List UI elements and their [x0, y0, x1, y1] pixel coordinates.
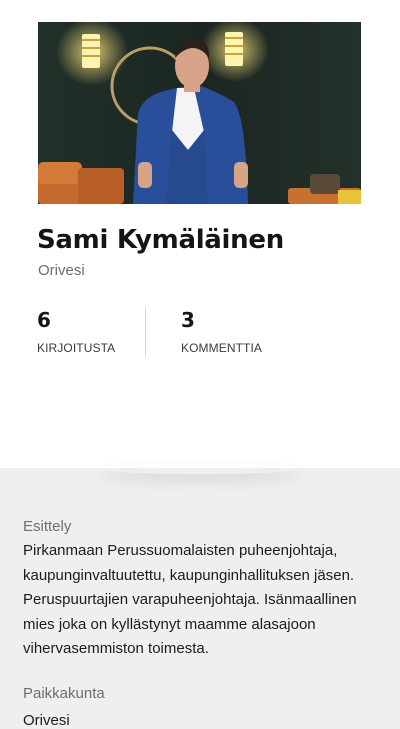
profile-name: Sami Kymäläinen — [37, 225, 284, 255]
stat-divider — [145, 308, 146, 356]
stat-posts-label: KIRJOITUSTA — [37, 341, 116, 355]
hometown-value: Orivesi — [23, 712, 70, 729]
profile-photo — [38, 22, 361, 204]
profile-location: Orivesi — [38, 262, 85, 279]
intro-text: Pirkanmaan Perussuomalaisten puheenjohta… — [23, 542, 357, 657]
profile-details: Esittely Pirkanmaan Perussuomalaisten pu… — [0, 468, 400, 729]
hometown-label: Paikkakunta — [23, 685, 105, 702]
intro-label: Esittely — [23, 518, 72, 535]
stat-comments-count: 3 — [181, 308, 195, 332]
stat-comments[interactable]: 3 KOMMENTTIA — [181, 308, 262, 355]
stat-comments-label: KOMMENTTIA — [181, 341, 262, 355]
profile-card: Sami Kymäläinen Orivesi 6 KIRJOITUSTA 3 … — [0, 0, 400, 468]
card-shadow — [100, 464, 300, 474]
stat-posts[interactable]: 6 KIRJOITUSTA — [37, 308, 115, 355]
stat-posts-count: 6 — [37, 308, 51, 332]
